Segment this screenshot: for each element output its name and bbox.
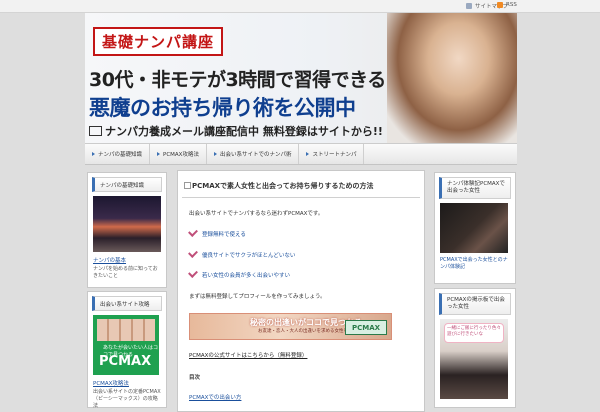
left-widget-basics: ナンパの基礎知識 ナンパの基本 ナンパを始める前に知っておきたいこと (87, 172, 167, 288)
pcmax-link[interactable]: PCMAX攻略法 (93, 381, 129, 387)
pcmax-banner[interactable]: 秘密の出逢いがココで見つかる お友達・恋人・大人の出逢いを求める女性をサポートし… (189, 313, 392, 340)
mail-icon (89, 126, 102, 136)
check-item: 若い女性の会員が多く出会いやすい (188, 268, 290, 279)
check-item: 優良サイトでサクラがほとんどいない (188, 248, 295, 259)
official-site-link[interactable]: PCMAXの公式サイトはこちらから（無料登録） (189, 351, 307, 359)
city-night-thumbnail[interactable] (93, 196, 161, 252)
widget-title: 出会い系サイト攻略 (92, 296, 162, 311)
nav-item-street[interactable]: ストリートナンパ (299, 144, 365, 164)
widget-desc: ナンパを始める前に知っておきたいこと (93, 266, 158, 279)
header-banner[interactable]: 基礎ナンパ講座 30代・非モテが3時間で習得できる 悪魔のお持ち帰り術を公開中 … (85, 13, 517, 143)
widget-title: ナンパ体験記PCMAXで出会った女性 (439, 177, 511, 199)
check-icon (188, 268, 198, 278)
left-widget-deaikei: 出会い系サイト攻略 あなたが会いたい人はココで見つかる PCMAX PCMAX攻… (87, 291, 167, 409)
right-widget-story: ナンパ体験記PCMAXで出会った女性 PCMAXで出会った女性とのナンパ体験記 (434, 172, 516, 284)
nav-item-basics[interactable]: ナンパの基礎知識 (85, 144, 151, 164)
basics-link[interactable]: ナンパの基本 (93, 258, 126, 264)
widget-title: PCMAXの掲示板で出会った女性 (439, 293, 511, 315)
right-widget-board: PCMAXの掲示板で出会った女性 一緒にご飯に行ったり色々遊びに行きたいな (434, 288, 516, 408)
header-headline: 悪魔のお持ち帰り術を公開中 (89, 96, 356, 120)
global-nav: ナンパの基礎知識 PCMAX攻略法 出会い系サイトでのナンパ術 ストリートナンパ (85, 143, 517, 165)
header-mail-course: ナンパ力養成メール講座配信中 無料登録はサイトから!! (89, 123, 383, 139)
check-item: 登録無料で使える (188, 227, 246, 238)
article-text: まずは無料登録してプロフィールを作ってみましょう。 (189, 294, 326, 300)
site-title: 基礎ナンパ講座 (93, 27, 224, 56)
header-photo (387, 13, 517, 143)
article-intro: 出会い系サイトでナンパするなら迷わずPCMAXです。 (189, 211, 324, 217)
top-bar: サイトマップ RSS (0, 0, 600, 13)
header-catchcopy: 30代・非モテが3時間で習得できる (89, 69, 386, 91)
section-heading: 目次 (189, 375, 201, 381)
pcmax-logo: PCMAX (345, 320, 387, 335)
rss-link[interactable]: RSS (497, 2, 517, 8)
pcmax-thumbnail[interactable]: あなたが会いたい人はココで見つかる PCMAX (93, 315, 159, 375)
nav-item-pcmax[interactable]: PCMAX攻略法 (150, 144, 207, 164)
check-icon (188, 227, 198, 237)
faces-strip (97, 319, 155, 341)
article-title: PCMAXで素人女性と出会ってお持ち帰りするための方法 (182, 175, 420, 198)
widget-title: ナンパの基礎知識 (92, 177, 162, 192)
main-article: PCMAXで素人女性と出会ってお持ち帰りするための方法 出会い系サイトでナンパす… (177, 170, 425, 412)
rss-icon (497, 2, 503, 8)
speech-bubble: 一緒にご飯に行ったり色々遊びに行きたいな (444, 323, 504, 343)
nav-item-deaikei[interactable]: 出会い系サイトでのナンパ術 (207, 144, 300, 164)
board-thumbnail[interactable]: 一緒にご飯に行ったり色々遊びに行きたいな (440, 319, 508, 399)
story-link[interactable]: PCMAXで出会った女性とのナンパ体験記 (440, 257, 510, 271)
home-icon (466, 3, 472, 9)
check-icon (188, 248, 198, 258)
story-thumbnail[interactable] (440, 203, 508, 253)
